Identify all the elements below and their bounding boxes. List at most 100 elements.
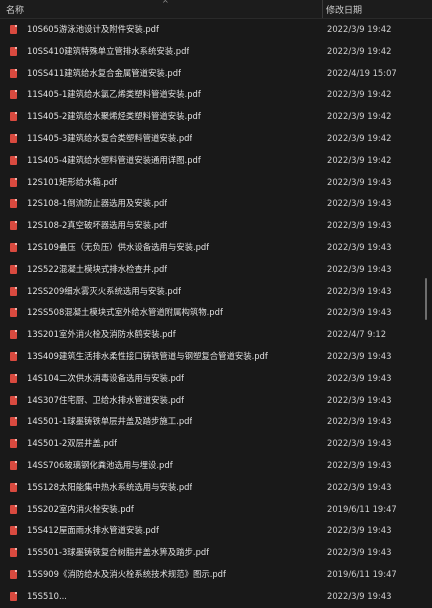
pdf-file-icon <box>10 395 17 405</box>
file-modified-date: 2022/3/9 19:42 <box>327 132 392 143</box>
file-row[interactable]: 10SS410建筑特殊单立管排水系统安装.pdf 2022/3/9 19:42 <box>0 41 432 63</box>
file-row[interactable]: 15S501-3球墨铸铁复合树脂井盖水箅及踏步.pdf 2022/3/9 19:4… <box>0 542 432 564</box>
file-name: 13S201室外消火栓及消防水鹤安装.pdf <box>27 329 176 340</box>
file-name: 15S510... <box>27 590 67 601</box>
file-modified-date: 2022/3/9 19:42 <box>327 24 392 34</box>
file-row[interactable]: 14SS706玻璃钢化粪池选用与埋设.pdf 2022/3/9 19:43 <box>0 455 432 477</box>
file-name: 14S104二次供水消毒设备选用与安装.pdf <box>27 372 185 383</box>
file-name: 11S405-2建筑给水聚烯烃类塑料管道安装.pdf <box>27 111 201 122</box>
file-row[interactable]: 12S108-1倒流防止器选用及安装.pdf 2022/3/9 19:43 <box>0 193 432 215</box>
pdf-file-icon <box>10 46 17 56</box>
file-row[interactable]: 10S605游泳池设计及附件安装.pdf 2022/3/9 19:42 <box>0 19 432 41</box>
file-row[interactable]: 15S510... 2022/3/9 19:43 <box>0 586 432 608</box>
file-row[interactable]: 14S501-1球墨铸铁单层井盖及踏步施工.pdf 2022/3/9 19:43 <box>0 411 432 433</box>
pdf-file-icon <box>10 68 17 78</box>
file-modified-date: 2019/6/11 19:47 <box>327 503 397 514</box>
file-modified-date: 2022/3/9 19:42 <box>327 45 392 56</box>
file-modified-date: 2019/6/11 19:47 <box>327 568 397 579</box>
pdf-file-icon <box>10 482 17 492</box>
scrollbar-thumb[interactable] <box>425 278 427 320</box>
file-name: 14S501-2双层井盖.pdf <box>27 438 118 449</box>
file-modified-date: 2022/3/9 19:43 <box>327 263 392 274</box>
file-row[interactable]: 14S104二次供水消毒设备选用与安装.pdf 2022/3/9 19:43 <box>0 368 432 390</box>
file-row[interactable]: 13S409建筑生活排水柔性接口铸铁管道与钢塑复合管道安装.pdf 2022/3/… <box>0 346 432 368</box>
file-name: 12S108-1倒流防止器选用及安装.pdf <box>27 198 168 209</box>
pdf-file-icon <box>10 112 17 122</box>
file-name: 11S405-1建筑给水氯乙烯类塑料管道安装.pdf <box>27 89 201 100</box>
file-modified-date: 2022/3/9 19:43 <box>327 525 392 536</box>
file-modified-date: 2022/3/9 19:43 <box>327 459 392 470</box>
column-header-bar: 名称 ^ 修改日期 <box>0 0 432 19</box>
name-column-header[interactable]: 名称 ^ <box>0 0 323 18</box>
file-row[interactable]: 12S101矩形给水箱.pdf 2022/3/9 19:43 <box>0 172 432 194</box>
file-modified-date: 2022/3/9 19:43 <box>327 547 392 558</box>
pdf-file-icon <box>10 242 17 252</box>
file-row[interactable]: 11S405-3建筑给水复合类塑料管道安装.pdf 2022/3/9 19:42 <box>0 128 432 150</box>
file-name: 12S109叠压（无负压）供水设备选用与安装.pdf <box>27 241 210 252</box>
file-name: 13S409建筑生活排水柔性接口铸铁管道与钢塑复合管道安装.pdf <box>27 350 268 361</box>
pdf-file-icon <box>10 591 17 601</box>
file-row[interactable]: 15S128太阳能集中热水系统选用与安装.pdf 2022/3/9 19:43 <box>0 477 432 499</box>
file-modified-date: 2022/3/9 19:43 <box>327 176 392 187</box>
pdf-file-icon <box>10 569 17 579</box>
pdf-file-icon <box>10 286 17 296</box>
file-modified-date: 2022/3/9 19:43 <box>327 220 392 231</box>
file-name: 12S108-2真空破坏器选用与安装.pdf <box>27 220 168 231</box>
file-name: 12S101矩形给水箱.pdf <box>27 176 118 187</box>
file-row[interactable]: 11S405-1建筑给水氯乙烯类塑料管道安装.pdf 2022/3/9 19:42 <box>0 84 432 106</box>
file-name: 14S501-1球墨铸铁单层井盖及踏步施工.pdf <box>27 416 193 427</box>
date-column-header[interactable]: 修改日期 <box>326 3 362 16</box>
pdf-file-icon <box>10 526 17 536</box>
file-row[interactable]: 12SS209细水雾灭火系统选用与安装.pdf 2022/3/9 19:43 <box>0 281 432 303</box>
file-row[interactable]: 12S522混凝土模块式排水检查井.pdf 2022/3/9 19:43 <box>0 259 432 281</box>
pdf-file-icon <box>10 417 17 427</box>
file-row[interactable]: 14S501-2双层井盖.pdf 2022/3/9 19:43 <box>0 433 432 455</box>
file-modified-date: 2022/3/9 19:42 <box>327 111 392 122</box>
file-name: 15S412屋面雨水排水管道安装.pdf <box>27 525 159 536</box>
sort-caret-icon: ^ <box>162 0 169 8</box>
pdf-file-icon <box>10 308 17 318</box>
file-name: 14S307住宅厨、卫给水排水管道安装.pdf <box>27 394 185 405</box>
file-name: 12SS508混凝土模块式室外给水管道附属构筑物.pdf <box>27 307 223 318</box>
file-modified-date: 2022/4/19 15:07 <box>327 67 397 78</box>
file-modified-date: 2022/3/9 19:43 <box>327 416 392 427</box>
pdf-file-icon <box>10 199 17 209</box>
file-modified-date: 2022/3/9 19:43 <box>327 241 392 252</box>
file-row[interactable]: 12S108-2真空破坏器选用与安装.pdf 2022/3/9 19:43 <box>0 215 432 237</box>
pdf-file-icon <box>10 548 17 558</box>
file-row[interactable]: 11S405-2建筑给水聚烯烃类塑料管道安装.pdf 2022/3/9 19:42 <box>0 106 432 128</box>
pdf-file-icon <box>10 177 17 187</box>
file-modified-date: 2022/3/9 19:43 <box>327 372 392 383</box>
file-name: 10SS410建筑特殊单立管排水系统安装.pdf <box>27 45 190 56</box>
file-row[interactable]: 15S909《消防给水及消火栓系统技术规范》图示.pdf 2019/6/11 19… <box>0 564 432 586</box>
file-modified-date: 2022/3/9 19:43 <box>327 438 392 449</box>
file-modified-date: 2022/3/9 19:43 <box>327 198 392 209</box>
pdf-file-icon <box>10 90 17 100</box>
file-row[interactable]: 15S202室内消火栓安装.pdf 2019/6/11 19:47 <box>0 499 432 521</box>
file-name: 15S501-3球墨铸铁复合树脂井盖水箅及踏步.pdf <box>27 547 210 558</box>
file-row[interactable]: 10SS411建筑给水复合金属管道安装.pdf 2022/4/19 15:07 <box>0 63 432 85</box>
file-row[interactable]: 14S307住宅厨、卫给水排水管道安装.pdf 2022/3/9 19:43 <box>0 390 432 412</box>
file-name: 10S605游泳池设计及附件安装.pdf <box>27 24 159 34</box>
file-name: 15S202室内消火栓安装.pdf <box>27 503 134 514</box>
pdf-file-icon <box>10 133 17 143</box>
file-row[interactable]: 15S412屋面雨水排水管道安装.pdf 2022/3/9 19:43 <box>0 520 432 542</box>
file-modified-date: 2022/3/9 19:43 <box>327 350 392 361</box>
file-modified-date: 2022/3/9 19:43 <box>327 285 392 296</box>
pdf-file-icon <box>10 373 17 383</box>
file-modified-date: 2022/3/9 19:43 <box>327 394 392 405</box>
file-row[interactable]: 12S109叠压（无负压）供水设备选用与安装.pdf 2022/3/9 19:43 <box>0 237 432 259</box>
file-name: 14SS706玻璃钢化粪池选用与埋设.pdf <box>27 459 173 470</box>
file-modified-date: 2022/3/9 19:42 <box>327 89 392 100</box>
vertical-scrollbar[interactable] <box>425 20 428 600</box>
file-row[interactable]: 12SS508混凝土模块式室外给水管道附属构筑物.pdf 2022/3/9 19:… <box>0 302 432 324</box>
file-modified-date: 2022/3/9 19:43 <box>327 590 392 601</box>
file-modified-date: 2022/3/9 19:42 <box>327 154 392 165</box>
file-name: 15S909《消防给水及消火栓系统技术规范》图示.pdf <box>27 568 226 579</box>
pdf-file-icon <box>10 330 17 340</box>
pdf-file-icon <box>10 351 17 361</box>
pdf-file-icon <box>10 25 17 34</box>
file-row[interactable]: 13S201室外消火栓及消防水鹤安装.pdf 2022/4/7 9:12 <box>0 324 432 346</box>
file-row[interactable]: 11S405-4建筑给水塑料管道安装通用详图.pdf 2022/3/9 19:42 <box>0 150 432 172</box>
pdf-file-icon <box>10 460 17 470</box>
